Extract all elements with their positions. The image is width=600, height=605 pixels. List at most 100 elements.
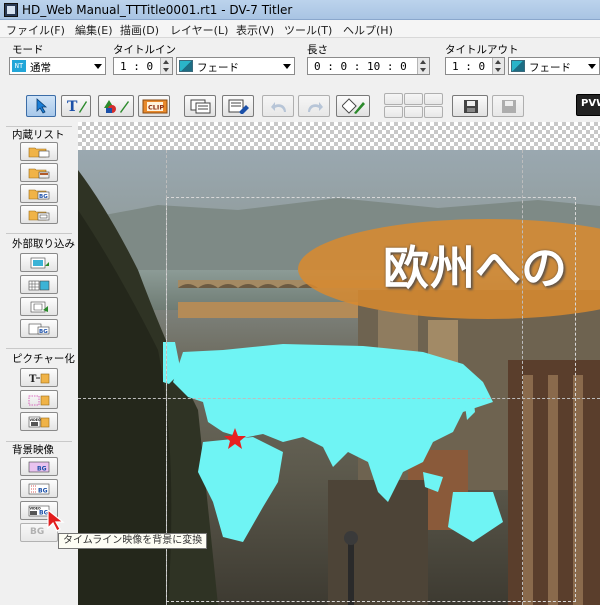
clip-icon: CLIP — [142, 99, 168, 114]
background-video-label: 背景映像 — [12, 444, 54, 456]
layer-edit-button[interactable] — [222, 95, 254, 117]
save-as-button[interactable] — [492, 95, 524, 117]
bg-clear-label: BG — [30, 527, 45, 537]
menu-layer[interactable]: レイヤー(L) — [170, 22, 228, 38]
picturize-layer-button[interactable] — [20, 390, 58, 409]
clip-button[interactable]: CLIP — [138, 95, 170, 117]
menu-draw[interactable]: 描画(D) — [120, 22, 159, 38]
clip-icon-label: CLIP — [148, 104, 164, 112]
chevron-down-icon — [94, 64, 102, 69]
text-to-picture-icon: T — [29, 373, 50, 384]
bg-tag: BG — [38, 488, 48, 495]
safe-area-guide — [166, 197, 576, 602]
layer-list-button[interactable] — [184, 95, 216, 117]
builtin-background-button[interactable]: BG — [20, 184, 58, 203]
title-in-label: タイトルイン — [113, 44, 176, 56]
redo-button[interactable] — [298, 95, 330, 117]
folder-picture-icon — [28, 168, 50, 179]
preview-button[interactable]: PVW — [576, 94, 600, 116]
save-disk-icon — [502, 100, 516, 113]
video-tag: VIDEO — [30, 418, 41, 422]
import-clip-button[interactable] — [20, 297, 58, 316]
title-in-effect-select[interactable]: フェード — [176, 57, 295, 75]
preview-button-label: PVW — [581, 98, 600, 109]
select-tool-button[interactable] — [26, 95, 56, 117]
picturize-video-button[interactable]: VIDEO — [20, 412, 58, 431]
guide-line — [78, 398, 600, 399]
fade-effect-icon — [511, 60, 525, 72]
bg-tag: BG — [39, 194, 48, 200]
builtin-title-button[interactable] — [20, 142, 58, 161]
menu-tools[interactable]: ツール(T) — [284, 22, 332, 38]
align-bottom-right-button[interactable] — [424, 106, 443, 118]
bg-pattern-button[interactable]: BG — [20, 479, 58, 498]
picturize-text-button[interactable]: T — [20, 368, 58, 387]
align-top-right-button[interactable] — [424, 93, 443, 105]
import-clip-icon — [30, 301, 48, 313]
mode-select[interactable]: NT 通常 — [9, 57, 106, 75]
import-background-button[interactable]: BG — [20, 319, 58, 338]
layer-to-picture-icon — [28, 395, 50, 406]
title-out-spinner[interactable]: 1 : 0 — [445, 57, 505, 75]
properties-toolbar: モード NT 通常 タイトルイン 1 : 0 フェード 長さ 0 : 0 : 1… — [0, 38, 600, 90]
menu-view[interactable]: 表示(V) — [236, 22, 274, 38]
title-out-effect-value: フェード — [529, 62, 571, 74]
folder-title-icon — [28, 147, 50, 158]
spinner-arrows-icon[interactable] — [160, 58, 172, 74]
save-button[interactable] — [452, 95, 488, 117]
chevron-down-icon — [588, 64, 596, 69]
align-top-left-button[interactable] — [384, 93, 403, 105]
builtin-list-label: 内蔵リスト — [12, 129, 65, 141]
length-value: 0 : 0 : 10 : 0 — [314, 60, 407, 73]
video-to-picture-icon: VIDEO — [28, 416, 50, 428]
redo-icon — [308, 102, 323, 112]
tooltip: タイムライン映像を背景に変換 — [58, 533, 208, 549]
panel-divider — [6, 233, 72, 234]
title-in-value: 1 : 0 — [120, 60, 154, 73]
import-bg-icon: BG — [28, 323, 50, 335]
menu-file[interactable]: ファイル(F) — [6, 22, 65, 38]
properties-button[interactable] — [336, 95, 370, 117]
spinner-arrows-icon[interactable] — [492, 58, 504, 74]
guide-line — [522, 150, 523, 605]
tools-toolbar: T CLIP PV — [0, 90, 600, 120]
spinner-arrows-icon[interactable] — [417, 58, 429, 74]
length-spinner[interactable]: 0 : 0 : 10 : 0 — [307, 57, 430, 75]
save-disk-icon — [464, 100, 478, 113]
builtin-picture-button[interactable] — [20, 163, 58, 182]
bg-tag: BG — [37, 466, 47, 473]
mode-badge: NT — [12, 60, 26, 72]
shape-tool-button[interactable] — [98, 95, 134, 117]
menu-edit[interactable]: 編集(E) — [75, 22, 113, 38]
folder-bg-icon: BG — [28, 189, 50, 200]
folder-frame-icon — [28, 210, 50, 221]
bg-color-button[interactable]: BG — [20, 457, 58, 476]
title-in-spinner[interactable]: 1 : 0 — [113, 57, 173, 75]
align-top-center-button[interactable] — [404, 93, 423, 105]
import-sequence-button[interactable] — [20, 275, 58, 294]
svg-text:T: T — [67, 99, 78, 114]
import-label: 外部取り込み — [12, 238, 75, 250]
align-bottom-center-button[interactable] — [404, 106, 423, 118]
bg-pattern-icon: BG — [28, 483, 50, 495]
undo-button[interactable] — [262, 95, 294, 117]
align-bottom-left-button[interactable] — [384, 106, 403, 118]
title-in-effect-value: フェード — [197, 62, 239, 74]
length-label: 長さ — [307, 44, 328, 56]
text-tool-button[interactable]: T — [61, 95, 91, 117]
app-icon — [4, 3, 18, 17]
import-image-button[interactable] — [20, 253, 58, 272]
title-out-effect-select[interactable]: フェード — [508, 57, 600, 75]
window-titlebar: HD_Web Manual_TTTitle0001.rt1 - DV-7 Tit… — [0, 0, 600, 20]
fade-effect-icon — [179, 60, 193, 72]
shapes-pen-icon — [104, 100, 129, 113]
chevron-down-icon — [283, 64, 291, 69]
import-grid-icon — [28, 280, 50, 291]
panel-divider — [6, 348, 72, 349]
bg-tag: BG — [39, 329, 48, 335]
builtin-frame-button[interactable] — [20, 205, 58, 224]
text-pen-icon: T — [67, 99, 87, 114]
menu-help[interactable]: ヘルプ(H) — [343, 22, 393, 38]
property-pen-icon — [342, 98, 365, 114]
mouse-pointer-icon — [47, 508, 65, 532]
